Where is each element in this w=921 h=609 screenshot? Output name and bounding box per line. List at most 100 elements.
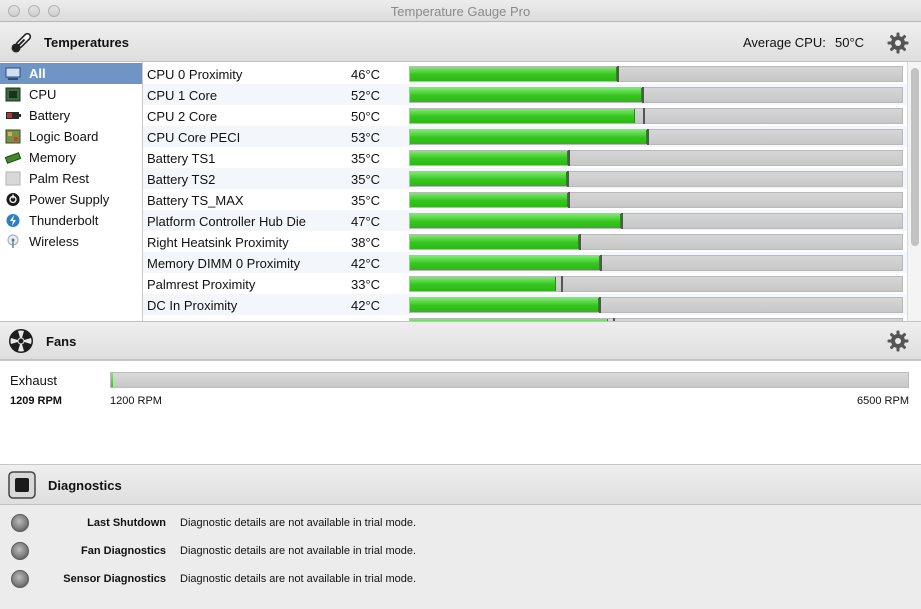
diag-text: Diagnostic details are not available in … — [180, 573, 417, 585]
sidebar-item-all[interactable]: All — [0, 63, 142, 84]
temperature-peak-marker — [642, 87, 644, 103]
fan-icon — [9, 329, 33, 353]
temperature-peak-marker — [617, 66, 619, 82]
sidebar-item-label: Memory — [29, 150, 76, 165]
temperature-peak-marker — [561, 276, 563, 292]
sidebar-item-thunderbolt[interactable]: Thunderbolt — [0, 210, 142, 231]
fans-header: Fans — [0, 321, 921, 360]
sidebar-item-wireless[interactable]: Wireless — [0, 231, 142, 252]
temperature-peak-marker — [643, 108, 645, 124]
status-led-icon — [11, 570, 29, 588]
average-cpu-label: Average CPU: — [743, 35, 826, 50]
sensor-name: CPU Core PECI — [147, 130, 241, 145]
sensor-name: Platform Controller Hub Die — [147, 214, 306, 229]
fan-speed-fill — [111, 373, 113, 387]
sensor-value: 42°C — [351, 298, 381, 313]
diag-text: Diagnostic details are not available in … — [180, 517, 417, 529]
table-row[interactable]: Battery TS_MAX 35°C — [143, 189, 907, 210]
table-row[interactable]: Memory DIMM 0 Proximity 42°C — [143, 252, 907, 273]
sidebar-item-memory[interactable]: Memory — [0, 147, 142, 168]
temperature-bar-fill — [410, 214, 621, 228]
table-row[interactable]: Platform Controller Hub Die 47°C — [143, 210, 907, 231]
temperature-bar — [409, 108, 903, 124]
temperature-bar-fill — [410, 193, 568, 207]
sensor-value: 35°C — [351, 193, 381, 208]
sensor-value: 47°C — [351, 214, 381, 229]
memory-icon — [5, 152, 21, 164]
status-led-icon — [11, 514, 29, 532]
sensor-name: CPU 1 Core — [147, 88, 218, 103]
table-row[interactable]: CPU 0 Proximity 46°C — [143, 63, 907, 84]
temperature-bar — [409, 129, 903, 145]
sensor-list: CPU 0 Proximity 46°C CPU 1 Core 52°C CPU 2 C… — [143, 62, 907, 321]
temperature-peak-marker — [600, 255, 602, 271]
title-bar: Temperature Gauge Pro — [0, 0, 921, 22]
sidebar-item-battery[interactable]: Battery — [0, 105, 142, 126]
temperatures-header: Temperatures Average CPU: 50°C — [0, 23, 921, 62]
sidebar-item-palm-rest[interactable]: Palm Rest — [0, 168, 142, 189]
temperature-bar-fill — [410, 151, 568, 165]
temperature-peak-marker — [568, 192, 570, 208]
sensor-name: Palmrest Proximity — [147, 277, 256, 292]
sensor-list-scroll-thumb[interactable] — [911, 68, 919, 246]
temperatures-title: Temperatures — [44, 35, 130, 50]
sidebar-item-power-supply[interactable]: Power Supply — [0, 189, 142, 210]
sensor-name: CPU 0 Proximity — [147, 67, 243, 82]
fan-speed-bar — [110, 372, 909, 388]
sidebar-item-label: Logic Board — [29, 129, 99, 144]
temperature-bar-fill — [410, 298, 599, 312]
window-title: Temperature Gauge Pro — [390, 4, 531, 19]
table-row[interactable]: DC In Proximity 42°C — [143, 294, 907, 315]
table-row[interactable]: Palmrest Proximity 33°C — [143, 273, 907, 294]
power-supply-icon — [6, 193, 20, 206]
sensor-value: 50°C — [351, 109, 381, 124]
sensor-name: DC In Proximity — [147, 298, 238, 313]
palm-rest-icon — [5, 171, 21, 186]
sensor-name: Battery TS2 — [147, 172, 216, 187]
table-row[interactable]: Battery TS1 35°C — [143, 147, 907, 168]
fan-current-rpm: 1209 RPM — [10, 395, 62, 407]
category-sidebar: All CPU Battery Logic Board Memory Palm … — [0, 62, 143, 321]
sensor-name: CPU 2 Core — [147, 109, 218, 124]
diag-row-sensor-diagnostics: Sensor Diagnostics Diagnostic details ar… — [0, 565, 921, 593]
temperature-bar — [409, 255, 903, 271]
table-row[interactable]: Battery TS2 35°C — [143, 168, 907, 189]
table-row[interactable]: CPU 1 Core 52°C — [143, 84, 907, 105]
fans-settings-gear-icon[interactable] — [887, 330, 909, 352]
fan-name: Exhaust — [10, 373, 57, 388]
temperature-bar-fill — [410, 172, 567, 186]
sidebar-item-label: Power Supply — [29, 192, 110, 207]
sensor-name: Battery TS_MAX — [147, 193, 244, 208]
thermometer-icon — [11, 32, 32, 53]
temperature-peak-marker — [568, 150, 570, 166]
table-row[interactable]: CPU 2 Core 50°C — [143, 105, 907, 126]
temperatures-settings-gear-icon[interactable] — [887, 32, 909, 54]
temperature-bar — [409, 297, 903, 313]
sidebar-item-label: Thunderbolt — [29, 213, 99, 228]
table-row[interactable]: Right Heatsink Proximity 38°C — [143, 231, 907, 252]
sidebar-item-label: All — [29, 66, 46, 81]
logic-board-icon — [5, 129, 21, 144]
temperature-bar-fill — [410, 88, 642, 102]
table-row[interactable]: CPU Core PECI 53°C — [143, 126, 907, 147]
temperature-bar-fill — [410, 235, 579, 249]
fans-panel: Exhaust 1209 RPM 1200 RPM 6500 RPM — [0, 360, 921, 465]
diag-label: Sensor Diagnostics — [63, 573, 166, 585]
diagnostics-header: Diagnostics — [0, 465, 921, 505]
average-cpu-value: 50°C — [835, 35, 865, 50]
temperature-peak-marker — [647, 129, 649, 145]
cpu-icon — [5, 87, 21, 102]
chip-icon — [8, 471, 36, 499]
sidebar-item-label: Battery — [29, 108, 71, 123]
sensor-value: 38°C — [351, 235, 381, 250]
sensor-list-scrollbar[interactable] — [907, 62, 921, 321]
temperature-bar — [409, 213, 903, 229]
temperature-bar — [409, 87, 903, 103]
sensor-name: Memory DIMM 0 Proximity — [147, 256, 301, 271]
sidebar-item-cpu[interactable]: CPU — [0, 84, 142, 105]
sidebar-item-logic-board[interactable]: Logic Board — [0, 126, 142, 147]
sensor-value: 35°C — [351, 151, 381, 166]
temperature-bar-fill — [410, 67, 617, 81]
fans-title: Fans — [46, 334, 77, 349]
diagnostics-title: Diagnostics — [48, 478, 122, 493]
